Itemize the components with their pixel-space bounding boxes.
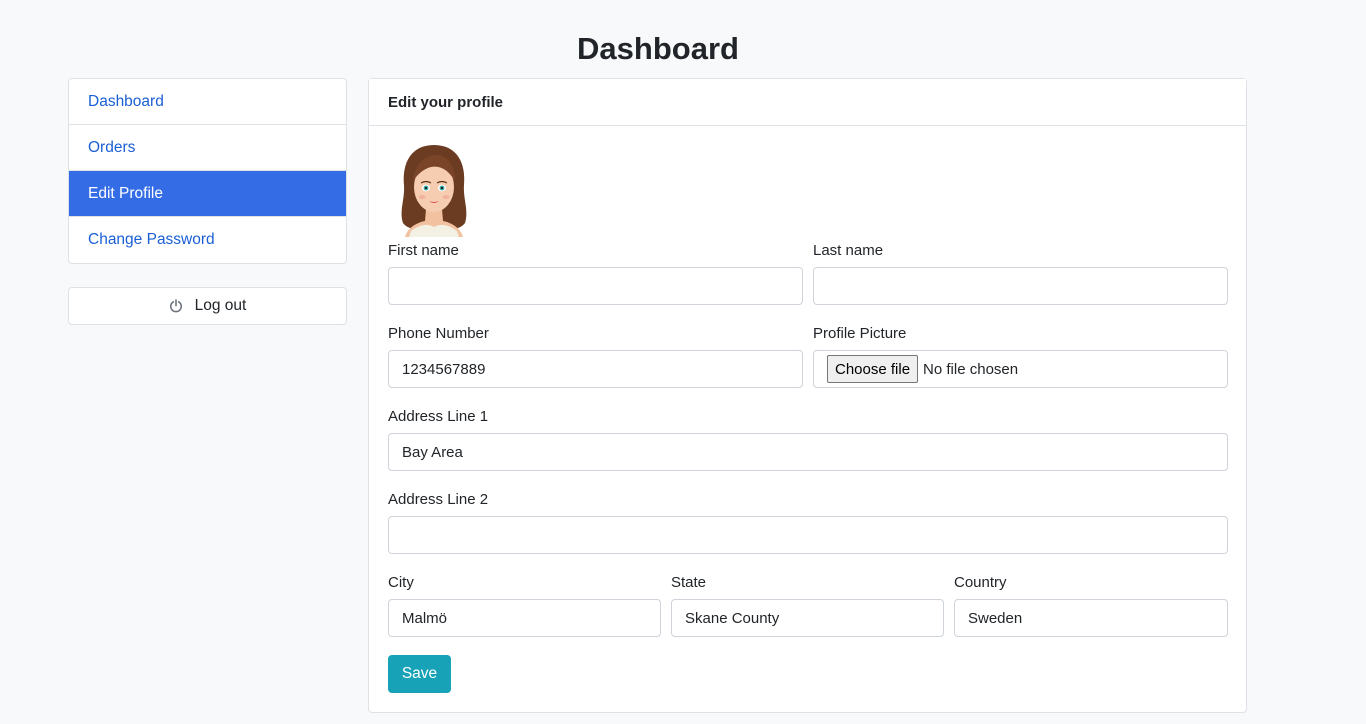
city-input[interactable] [388,599,661,637]
country-label: Country [954,574,1007,591]
phone-label: Phone Number [388,325,489,342]
first-name-input[interactable] [388,267,803,305]
profile-picture-label: Profile Picture [813,325,907,342]
address1-input[interactable] [388,433,1228,471]
city-label: City [388,574,414,591]
sidebar-nav: Dashboard Orders Edit Profile Change Pas… [68,78,347,264]
first-name-label: First name [388,242,459,259]
page-title: Dashboard [577,31,739,66]
last-name-input[interactable] [813,267,1228,305]
sidebar-item-orders[interactable]: Orders [69,125,346,171]
address1-label: Address Line 1 [388,408,489,425]
last-name-label: Last name [813,242,884,259]
file-status: No file chosen [923,360,1019,378]
card-header: Edit your profile [369,79,1246,126]
address2-label: Address Line 2 [388,491,489,508]
address2-input[interactable] [388,516,1228,554]
sidebar-item-label: Dashboard [88,92,164,110]
power-icon [169,299,183,313]
sidebar-item-dashboard[interactable]: Dashboard [69,79,346,125]
sidebar-item-edit-profile[interactable]: Edit Profile [69,171,346,217]
sidebar-item-label: Change Password [88,231,215,248]
logout-button[interactable]: Log out [68,287,347,325]
sidebar-item-change-password[interactable]: Change Password [69,217,346,263]
save-button[interactable]: Save [388,655,451,693]
country-input[interactable] [954,599,1228,637]
profile-picture-input: Choose file No file chosen [813,350,1228,388]
sidebar-item-label: Edit Profile [88,184,163,202]
sidebar-item-label: Orders [88,138,136,156]
user-avatar [393,141,475,237]
logout-label: Log out [194,297,247,314]
choose-file-button[interactable]: Choose file [827,355,919,383]
state-label: State [671,574,707,591]
edit-profile-card: Edit your profile First name Last name P… [368,78,1247,713]
state-input[interactable] [671,599,944,637]
phone-input[interactable] [388,350,803,388]
